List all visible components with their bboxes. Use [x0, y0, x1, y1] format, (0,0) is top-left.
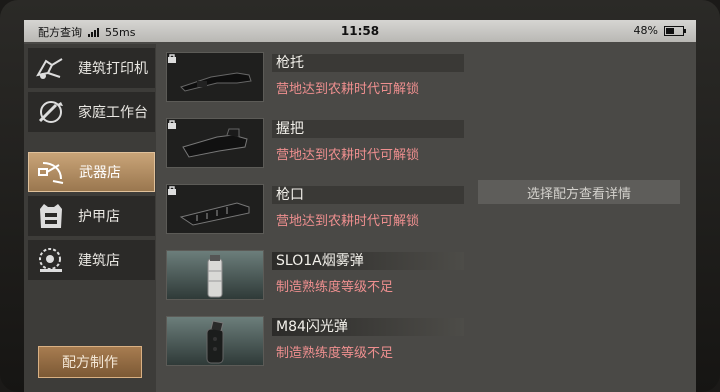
recipe-card-muzzle[interactable]: 枪口 营地达到农耕时代可解锁	[166, 176, 464, 234]
sidebar-item-building-shop[interactable]: 建筑店	[28, 240, 155, 280]
sidebar-item-printer[interactable]: 建筑打印机	[28, 48, 155, 88]
item-name: M84闪光弹	[272, 318, 464, 336]
recipe-card-stock[interactable]: 枪托 营地达到农耕时代可解锁	[166, 44, 464, 102]
category-sidebar: 建筑打印机 家庭工作台 武器店 护甲店 建筑店 配方制作	[24, 44, 156, 392]
battery-percent: 48%	[633, 24, 658, 37]
recipe-card-grip[interactable]: 握把 营地达到农耕时代可解锁	[166, 110, 464, 168]
grip-icon	[182, 128, 248, 158]
sidebar-item-armor-shop[interactable]: 护甲店	[28, 196, 155, 236]
item-status: 制造熟练度等级不足	[276, 346, 394, 361]
sidebar-item-label: 建筑店	[78, 253, 120, 269]
item-name: 枪托	[272, 54, 464, 72]
item-status: 营地达到农耕时代可解锁	[276, 148, 420, 163]
sidebar-item-label: 家庭工作台	[78, 105, 148, 121]
item-thumbnail	[166, 250, 264, 300]
item-name: 枪口	[272, 186, 464, 204]
flashbang-icon	[206, 320, 224, 364]
lock-icon	[168, 54, 176, 63]
item-thumbnail	[166, 52, 264, 102]
printer-icon	[36, 58, 63, 79]
workbench-icon	[38, 101, 63, 123]
sidebar-item-workbench[interactable]: 家庭工作台	[28, 92, 155, 132]
item-thumbnail	[166, 316, 264, 366]
clock: 11:58	[340, 24, 380, 38]
armor-icon	[40, 204, 62, 228]
sidebar-item-label: 护甲店	[78, 209, 120, 225]
recipe-card-smoke-grenade[interactable]: SLO1A烟雾弹 制造熟练度等级不足	[166, 242, 464, 300]
item-name: 握把	[272, 120, 464, 138]
lock-icon	[168, 120, 176, 129]
recipe-list[interactable]: 枪托 营地达到农耕时代可解锁 握把 营地达到农耕时代可解锁 枪口 营地达到农耕时…	[160, 44, 472, 392]
screen: 配方查询 55ms 11:58 48% 建筑打印机 家庭工作台 武器店 护甲店 …	[24, 20, 696, 392]
saw-icon	[39, 248, 62, 272]
sidebar-item-weapon-shop[interactable]: 武器店	[28, 152, 155, 192]
device-frame: 配方查询 55ms 11:58 48% 建筑打印机 家庭工作台 武器店 护甲店 …	[0, 0, 720, 392]
weapon-shop-icon	[38, 162, 64, 184]
craft-recipe-button[interactable]: 配方制作	[38, 346, 142, 378]
stock-icon	[180, 72, 252, 92]
sidebar-item-label: 武器店	[79, 165, 121, 181]
detail-panel: 选择配方查看详情	[472, 44, 696, 392]
smoke-grenade-icon	[207, 255, 223, 298]
lock-icon	[168, 186, 176, 195]
item-thumbnail	[166, 184, 264, 234]
muzzle-icon	[179, 202, 250, 226]
item-status: 营地达到农耕时代可解锁	[276, 82, 420, 97]
item-status: 营地达到农耕时代可解锁	[276, 214, 420, 229]
battery-icon	[664, 25, 686, 36]
recipe-card-flashbang[interactable]: M84闪光弹 制造熟练度等级不足	[166, 308, 464, 366]
sidebar-item-label: 建筑打印机	[78, 61, 148, 77]
status-bar: 配方查询 55ms 11:58 48%	[24, 20, 696, 42]
item-status: 制造熟练度等级不足	[276, 280, 394, 295]
item-name: SLO1A烟雾弹	[272, 252, 464, 270]
detail-placeholder: 选择配方查看详情	[478, 180, 680, 204]
item-thumbnail	[166, 118, 264, 168]
